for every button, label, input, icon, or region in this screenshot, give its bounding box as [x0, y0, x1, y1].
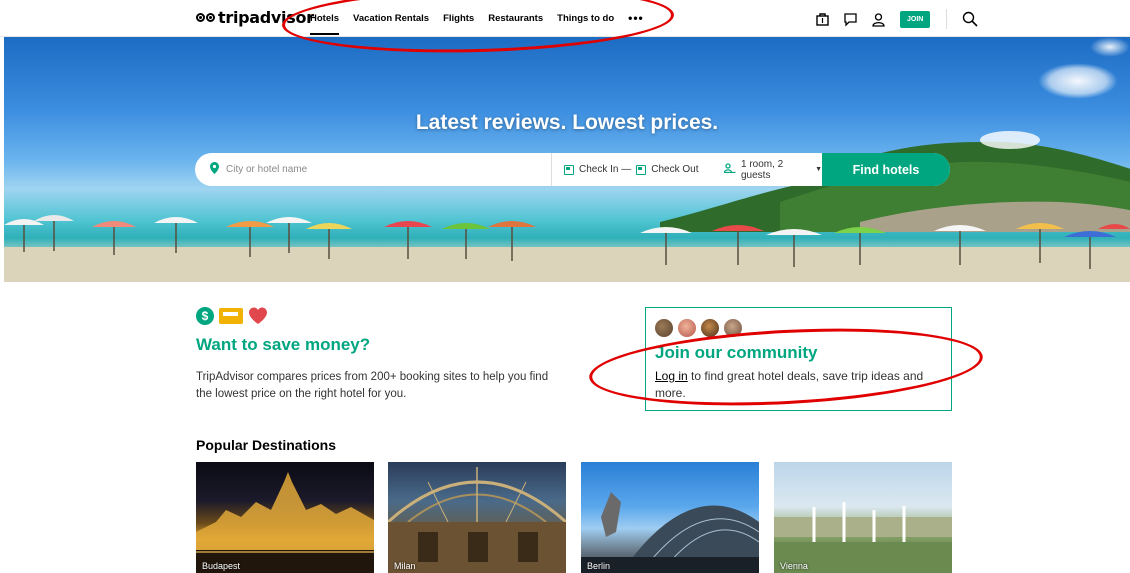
community-description: Log in to find great hotel deals, save t… — [655, 368, 945, 402]
save-money-description: TripAdvisor compares prices from 200+ bo… — [196, 371, 549, 400]
community-title: Join our community — [655, 343, 818, 362]
login-link[interactable]: Log in — [655, 369, 688, 383]
hotel-search-bar: City or hotel name Check In — Check Out … — [195, 153, 950, 186]
vienna-image — [774, 502, 952, 573]
community-card: Join our community Log in to find great … — [645, 307, 952, 411]
popular-destinations-title: Popular Destinations — [196, 437, 337, 453]
search-icon[interactable] — [962, 11, 978, 27]
chevron-down-icon: ▼ — [815, 166, 822, 173]
guests-selector[interactable]: 1 room, 2 guests ▼ — [712, 153, 822, 186]
join-button[interactable]: JOIN — [900, 10, 931, 28]
destination-name: Berlin — [587, 561, 611, 571]
save-money-title: Want to save money? — [196, 335, 371, 354]
messages-icon[interactable] — [842, 11, 858, 27]
nav-hotels[interactable]: Hotels — [310, 0, 340, 37]
guests-icon — [723, 163, 736, 176]
header-divider — [946, 9, 948, 29]
profile-icon[interactable] — [870, 11, 886, 27]
top-header: tripadvisor Hotels Vacation Rentals Flig… — [0, 0, 1130, 37]
budapest-image — [196, 472, 374, 573]
check-out-field[interactable]: Check Out — [651, 164, 698, 175]
nav-things-to-do[interactable]: Things to do — [557, 0, 614, 37]
find-hotels-button[interactable]: Find hotels — [822, 153, 950, 186]
milan-image — [388, 467, 566, 573]
destination-card-vienna[interactable]: Vienna — [774, 462, 952, 573]
destination-name: Vienna — [780, 561, 808, 571]
avatar — [654, 318, 674, 338]
dollar-icon: $ — [196, 307, 214, 325]
calendar-icon — [564, 164, 574, 175]
hero-title: Latest reviews. Lowest prices. — [415, 111, 719, 134]
nav-flights[interactable]: Flights — [443, 0, 474, 37]
avatar — [723, 318, 743, 338]
trips-icon[interactable] — [814, 11, 830, 27]
logo-text: tripadvisor — [218, 8, 314, 27]
hero-banner: Latest reviews. Lowest prices. City or h… — [4, 37, 1130, 282]
main-nav: Hotels Vacation Rentals Flights Restaura… — [310, 0, 644, 37]
header-actions: JOIN — [814, 9, 978, 29]
destination-card-milan[interactable]: Milan — [388, 462, 566, 573]
avatar-group — [654, 318, 743, 338]
guests-value: 1 room, 2 guests — [741, 158, 784, 181]
destination-card-budapest[interactable]: Budapest — [196, 462, 374, 573]
nav-vacation-rentals[interactable]: Vacation Rentals — [353, 0, 429, 37]
avatar — [677, 318, 697, 338]
location-pin-icon — [210, 161, 219, 179]
destination-name: Budapest — [202, 561, 241, 571]
owl-eyes-icon — [196, 13, 215, 22]
berlin-image — [581, 492, 759, 573]
date-picker[interactable]: Check In — Check Out — [552, 153, 712, 186]
avatar — [700, 318, 720, 338]
save-icons: $ — [196, 307, 268, 325]
destination-input[interactable]: City or hotel name — [195, 153, 552, 186]
nav-more-button[interactable]: ••• — [628, 0, 644, 37]
check-in-field[interactable]: Check In — — [579, 164, 631, 175]
destination-card-berlin[interactable]: Berlin — [581, 462, 759, 573]
cloud-decoration — [1038, 63, 1118, 99]
community-description-text: to find great hotel deals, save trip ide… — [655, 369, 924, 400]
page: tripadvisor Hotels Vacation Rentals Flig… — [0, 0, 1130, 573]
calendar-icon — [636, 164, 647, 175]
nav-restaurants[interactable]: Restaurants — [488, 0, 543, 37]
cloud-decoration — [1090, 37, 1130, 57]
bed-icon — [219, 308, 243, 324]
destination-placeholder: City or hotel name — [226, 164, 308, 175]
heart-icon — [248, 307, 268, 325]
beach-umbrellas-illustration — [4, 215, 1130, 282]
destination-name: Milan — [394, 561, 416, 571]
tripadvisor-logo[interactable]: tripadvisor — [196, 8, 314, 27]
